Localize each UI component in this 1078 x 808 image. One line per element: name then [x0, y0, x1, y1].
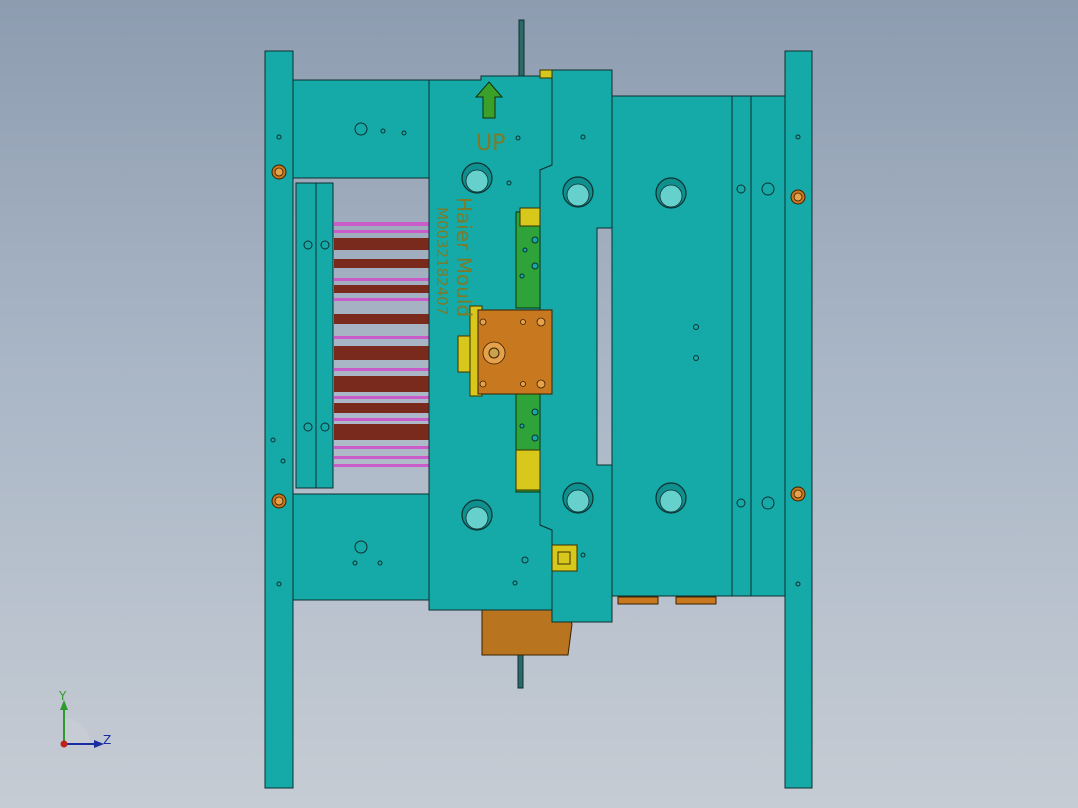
ejector-plate-b — [315, 182, 334, 489]
sprue-rod-top — [518, 19, 525, 81]
slider-top-insert — [519, 207, 541, 227]
brand-label: Haier Mould — [452, 197, 476, 317]
cable-bundle — [334, 222, 429, 467]
coordinate-triad-icon: Y Z — [58, 689, 111, 748]
up-label: UP — [476, 131, 505, 156]
pad-right — [675, 596, 717, 605]
mould-assembly-drawing[interactable]: UP Haier Mould M0032182407 Y Z — [0, 0, 1078, 808]
support-plate-a — [731, 95, 752, 597]
bottom-yellow-box — [551, 544, 578, 572]
z-axis-label: Z — [103, 733, 111, 747]
left-rail — [264, 50, 294, 789]
right-rail — [784, 50, 813, 789]
top-yellow-tab — [539, 69, 553, 79]
cad-viewport[interactable]: UP Haier Mould M0032182407 Y Z — [0, 0, 1078, 808]
pad-left — [617, 596, 659, 605]
mould-number-label: M0032182407 — [433, 207, 451, 315]
slider-bottom-insert — [515, 449, 541, 491]
y-axis-label: Y — [58, 689, 67, 703]
support-plate-b — [750, 95, 786, 597]
ejector-plate-a — [295, 182, 317, 489]
cavity-plate — [611, 95, 733, 597]
